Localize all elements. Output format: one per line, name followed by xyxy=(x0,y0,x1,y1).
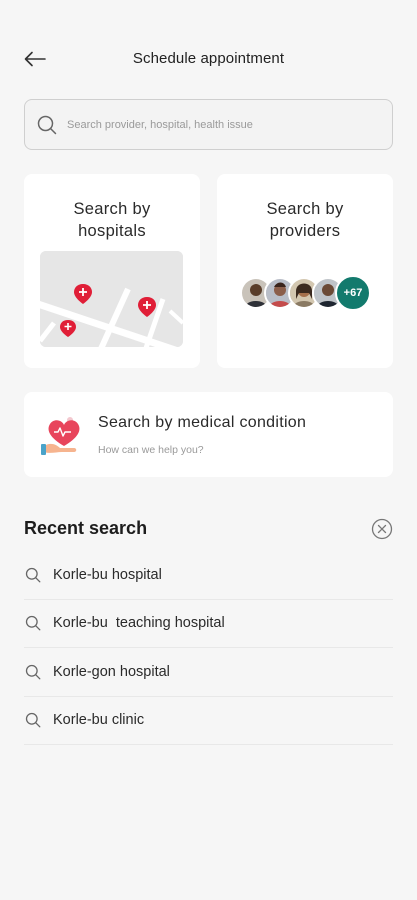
heart-in-hand-icon xyxy=(40,412,88,458)
search-by-providers-card[interactable]: Search by providers +67 xyxy=(217,174,393,368)
more-providers-badge: +67 xyxy=(335,275,371,311)
close-circle-icon xyxy=(371,518,393,540)
list-item[interactable]: Korle-bu hospital xyxy=(24,551,393,600)
list-item[interactable]: Korle-bu clinic xyxy=(24,697,393,745)
search-by-hospitals-card[interactable]: Search by hospitals xyxy=(24,174,200,368)
schedule-appointment-screen: Schedule appointment Search by hospitals xyxy=(0,0,417,900)
recent-search-list: Korle-bu hospital Korle-bu teaching hosp… xyxy=(24,551,393,745)
condition-card-title: Search by medical condition xyxy=(98,414,307,431)
list-item[interactable]: Korle-gon hospital xyxy=(24,648,393,697)
list-item[interactable]: Korle-bu teaching hospital xyxy=(24,600,393,648)
search-icon xyxy=(25,567,41,583)
page-title: Schedule appointment xyxy=(132,50,285,67)
search-icon xyxy=(25,713,41,728)
search-input[interactable] xyxy=(67,118,367,131)
recent-search-heading: Recent search xyxy=(24,518,148,538)
map-illustration xyxy=(40,251,183,347)
hospitals-card-title: Search by hospitals xyxy=(73,200,151,240)
search-icon xyxy=(37,115,57,134)
clear-recent-button[interactable] xyxy=(371,518,393,540)
recent-item-label: Korle-bu teaching hospital xyxy=(53,615,225,632)
recent-item-label: Korle-bu clinic xyxy=(53,712,145,729)
recent-item-label: Korle-bu hospital xyxy=(53,566,162,583)
search-icon xyxy=(25,664,41,680)
app-header: Schedule appointment xyxy=(0,38,417,82)
condition-card-subtitle: How can we help you? xyxy=(98,444,204,456)
providers-card-title: Search by providers xyxy=(266,200,344,240)
provider-avatars: +67 xyxy=(240,275,380,311)
recent-item-label: Korle-gon hospital xyxy=(53,663,170,680)
search-by-condition-card[interactable]: Search by medical condition How can we h… xyxy=(24,392,393,477)
search-icon xyxy=(25,616,41,631)
search-bar[interactable] xyxy=(24,99,393,150)
